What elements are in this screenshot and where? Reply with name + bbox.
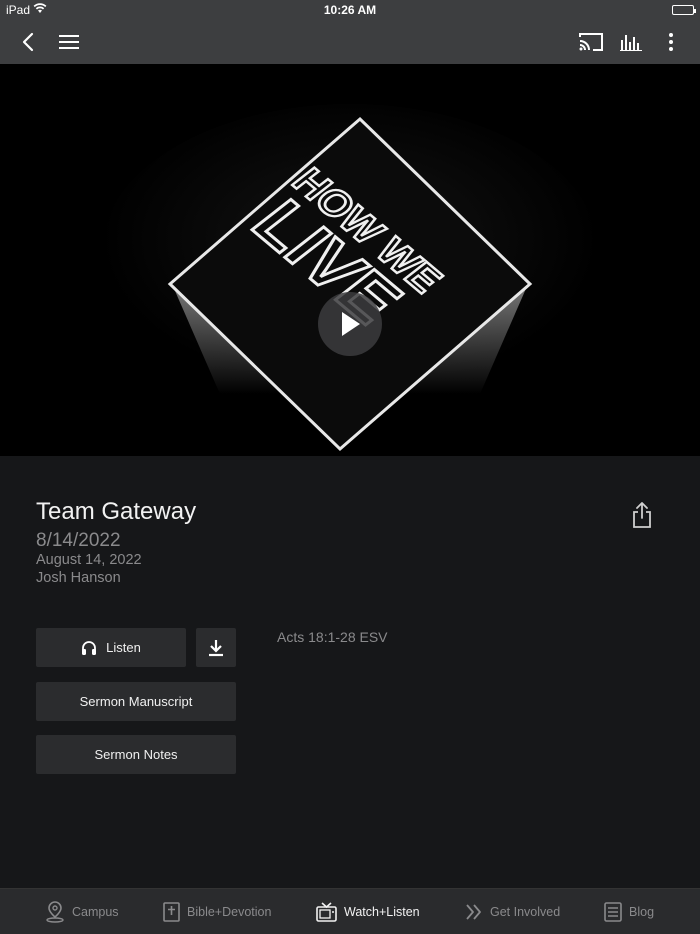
tab-watch-listen[interactable]: Watch+Listen (316, 889, 420, 934)
battery-icon (672, 5, 696, 15)
location-pin-icon (45, 901, 65, 923)
tab-watch-listen-label: Watch+Listen (344, 905, 420, 919)
sermon-manuscript-button[interactable]: Sermon Manuscript (36, 682, 236, 721)
share-icon[interactable] (628, 500, 656, 530)
listen-button[interactable]: Listen (36, 628, 186, 667)
tab-campus-label: Campus (72, 905, 119, 919)
tab-campus[interactable]: Campus (45, 889, 119, 934)
tab-blog-label: Blog (629, 905, 655, 919)
sermon-notes-button[interactable]: Sermon Notes (36, 735, 236, 774)
double-chevron-icon (465, 903, 483, 921)
sermon-title: Team Gateway (36, 498, 197, 525)
back-chevron-icon[interactable] (12, 26, 44, 58)
status-bar: iPad 10:26 AM (0, 0, 700, 20)
sermon-detail: Team Gateway 8/14/2022 August 14, 2022 J… (0, 456, 700, 888)
hamburger-menu-icon[interactable] (53, 26, 85, 58)
tab-bible-devotion-label: Bible+Devotion (187, 905, 272, 919)
tab-blog[interactable]: Blog (604, 889, 654, 934)
sermon-speaker: Josh Hanson (36, 570, 121, 586)
tab-bible-devotion[interactable]: Bible+Devotion (163, 889, 271, 934)
equalizer-icon[interactable] (615, 26, 647, 58)
cast-icon[interactable] (575, 26, 607, 58)
play-button[interactable] (318, 292, 382, 356)
bible-icon (163, 902, 180, 922)
clock: 10:26 AM (323, 3, 377, 17)
more-vertical-icon[interactable] (655, 26, 687, 58)
headphones-icon (81, 640, 97, 656)
listen-label: Listen (106, 640, 141, 655)
tab-bar: Campus Bible+Devotion Watch+Listen Get I… (0, 888, 700, 934)
download-button[interactable] (196, 628, 236, 667)
tv-icon (316, 902, 337, 922)
sermon-date-long: August 14, 2022 (36, 552, 142, 568)
download-icon (209, 639, 223, 656)
scripture-reference: Acts 18:1-28 ESV (277, 629, 388, 645)
app-header (0, 20, 700, 64)
series-artwork: HOW WE LIVE (100, 104, 600, 452)
tab-get-involved-label: Get Involved (490, 905, 561, 919)
video-player[interactable]: HOW WE LIVE (0, 64, 700, 456)
document-icon (604, 902, 622, 922)
sermon-date-short: 8/14/2022 (36, 530, 121, 551)
tab-get-involved[interactable]: Get Involved (465, 889, 560, 934)
